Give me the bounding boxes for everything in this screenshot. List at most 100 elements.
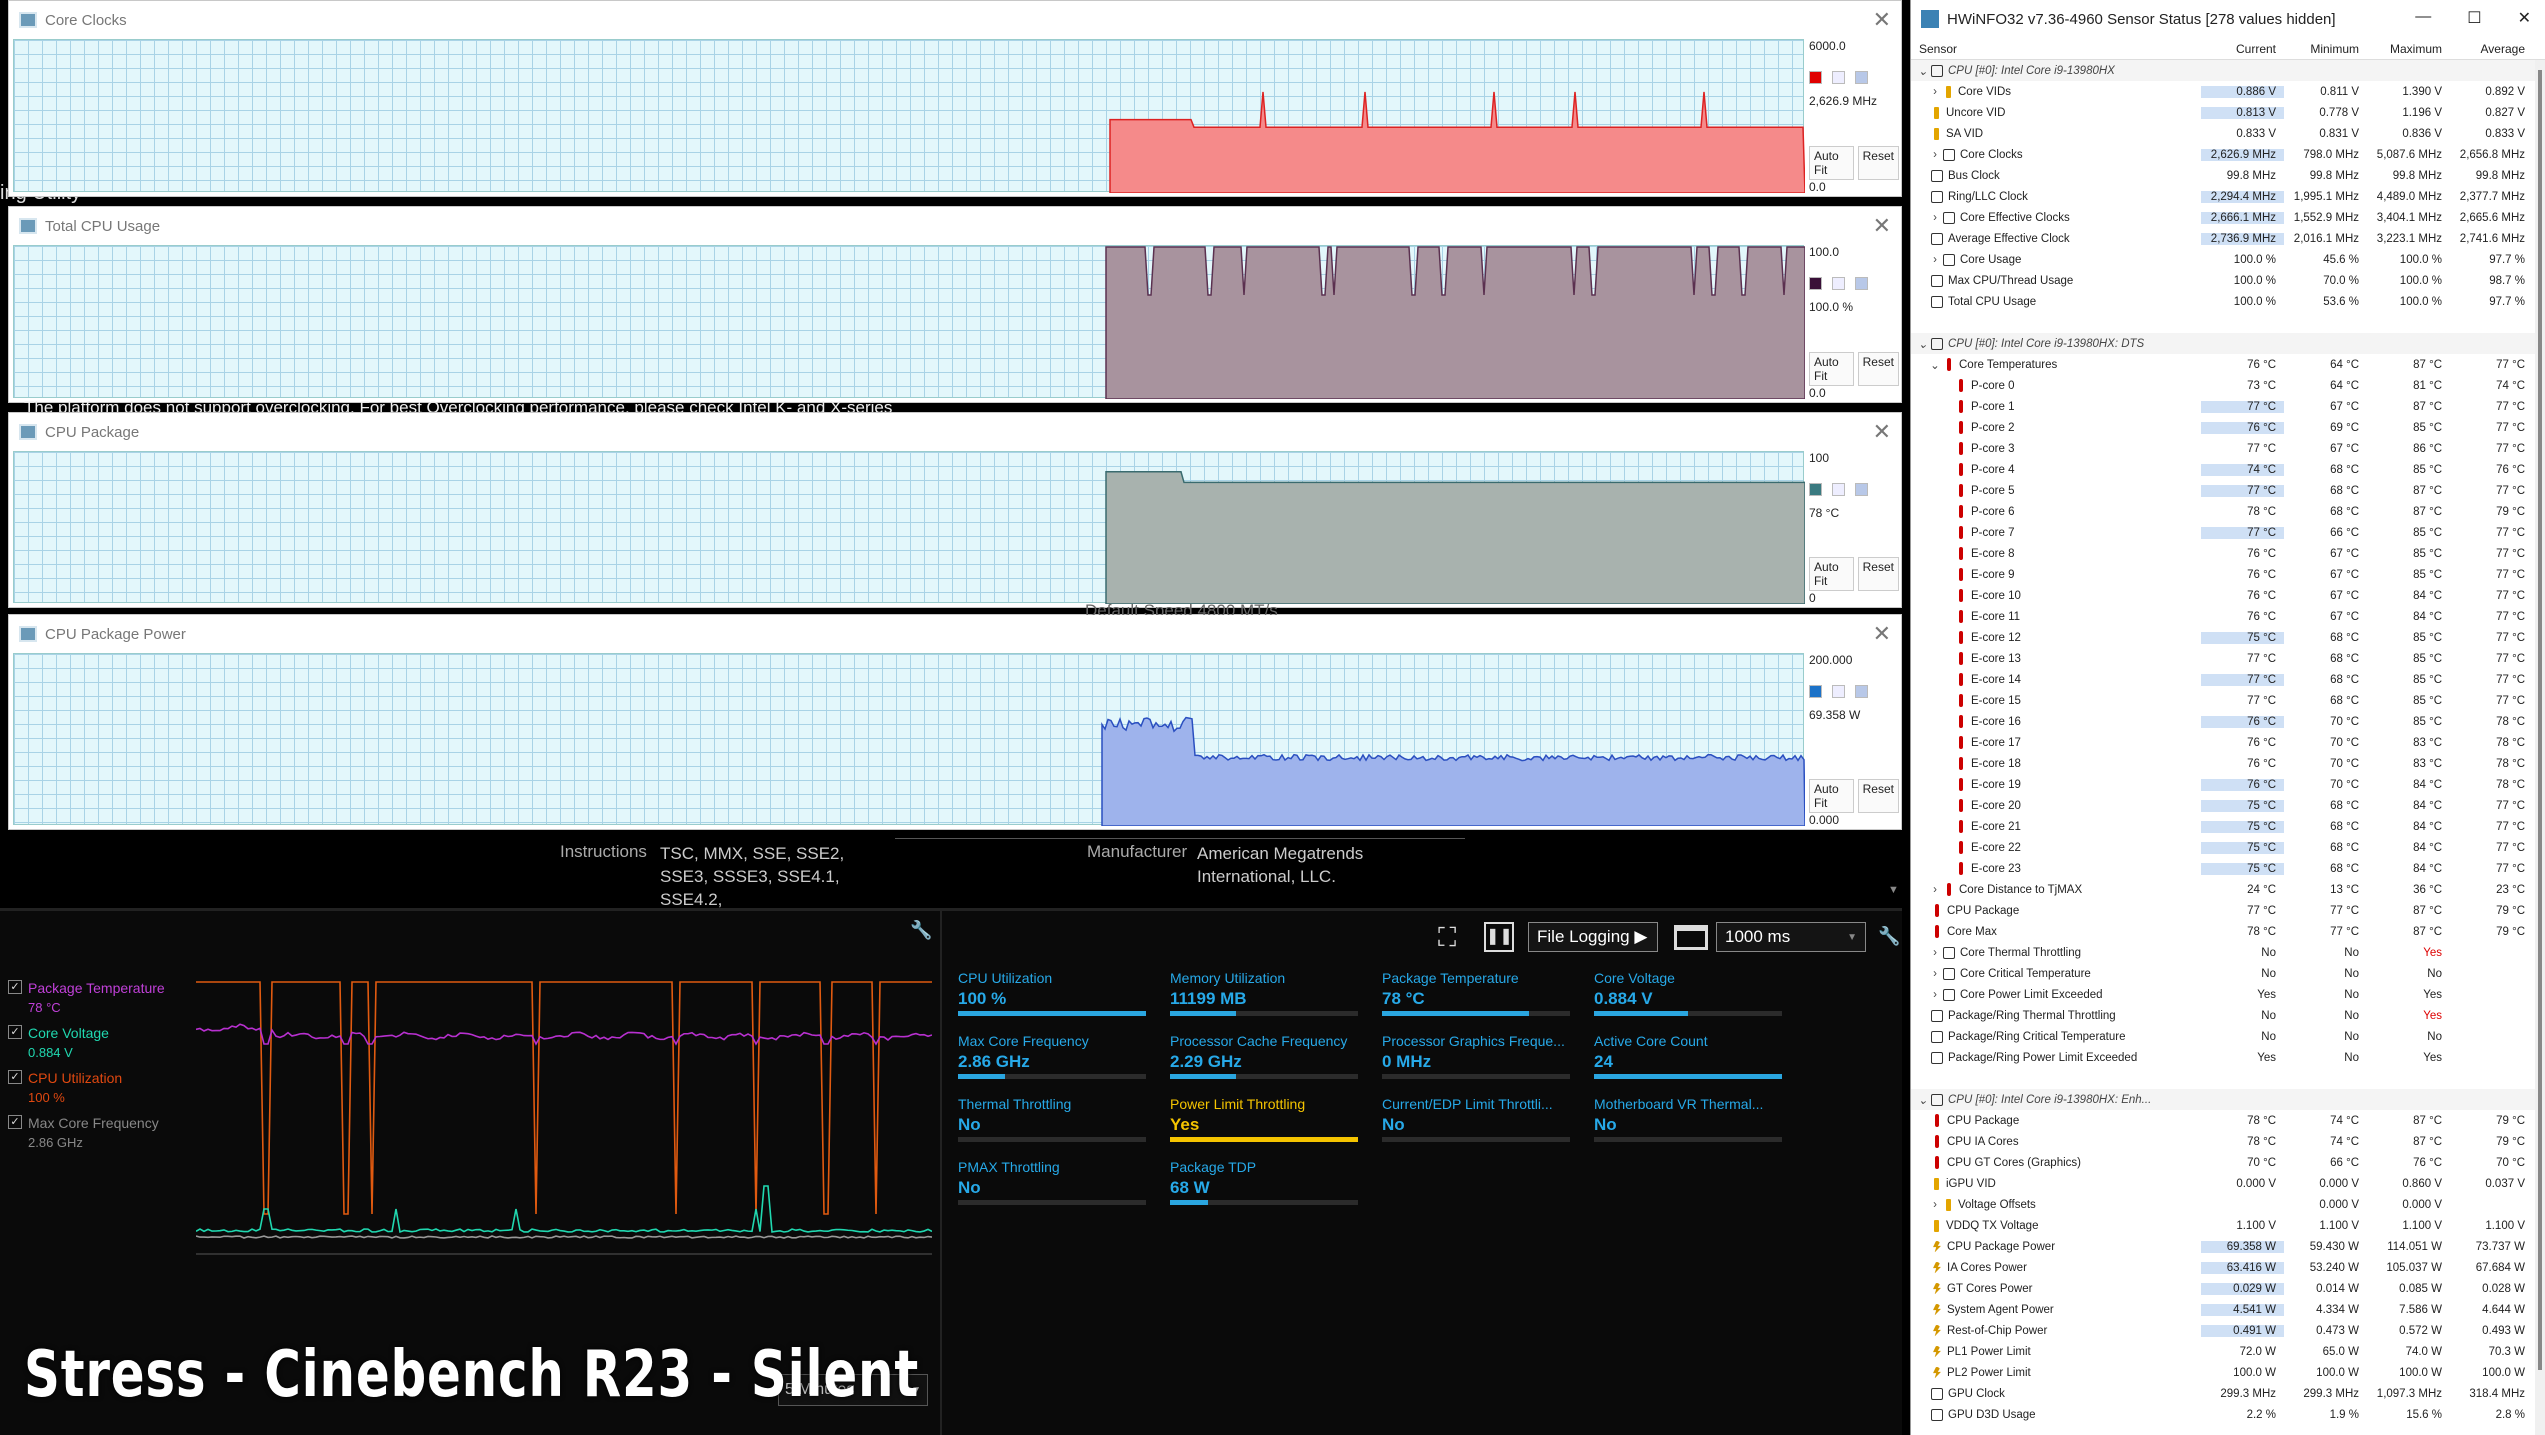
expand-icon[interactable]: › — [1927, 884, 1943, 896]
sensor-row[interactable]: P-core 1 77 °C 67 °C 87 °C 77 °C — [1911, 396, 2545, 417]
sensor-row[interactable]: CPU Package 78 °C 74 °C 87 °C 79 °C — [1911, 1110, 2545, 1131]
sensor-row[interactable]: iGPU VID 0.000 V 0.000 V 0.860 V 0.037 V — [1911, 1173, 2545, 1194]
sensor-row[interactable]: E-core 15 77 °C 68 °C 85 °C 77 °C — [1911, 690, 2545, 711]
swatch[interactable] — [1855, 483, 1868, 496]
collapse-icon[interactable]: ⌄ — [1915, 1093, 1931, 1107]
sensor-row[interactable]: E-core 23 75 °C 68 °C 84 °C 77 °C — [1911, 858, 2545, 879]
legend-item[interactable]: ✓ Core Voltage 0.884 V — [8, 1025, 165, 1060]
sensor-row[interactable]: P-core 2 76 °C 69 °C 85 °C 77 °C — [1911, 417, 2545, 438]
sensor-row[interactable]: P-core 0 73 °C 64 °C 81 °C 74 °C — [1911, 375, 2545, 396]
interval-select[interactable]: 1000 ms ▼ — [1716, 922, 1866, 952]
sensor-group-row[interactable]: ⌄ CPU [#0]: Intel Core i9-13980HX: DTS — [1911, 333, 2545, 354]
series-color-swatch[interactable] — [1809, 277, 1822, 290]
scroll-down-icon[interactable]: ▼ — [1888, 884, 1899, 896]
sensor-row[interactable]: E-core 13 77 °C 68 °C 85 °C 77 °C — [1911, 648, 2545, 669]
sensor-row[interactable]: E-core 16 76 °C 70 °C 85 °C 78 °C — [1911, 711, 2545, 732]
swatch[interactable] — [1855, 71, 1868, 84]
swatch[interactable] — [1832, 483, 1845, 496]
pause-button[interactable]: ❚❚ — [1484, 922, 1514, 952]
file-logging-button[interactable]: File Logging ▶ — [1528, 922, 1658, 952]
auto-fit-button[interactable]: Auto Fit — [1809, 557, 1854, 591]
plot-titlebar[interactable]: Total CPU Usage ✕ — [9, 207, 1901, 245]
sensor-row[interactable]: PL2 Power Limit 100.0 W 100.0 W 100.0 W 100.… — [1911, 1362, 2545, 1383]
checkbox[interactable]: ✓ — [8, 1025, 22, 1039]
series-color-swatch[interactable] — [1809, 71, 1822, 84]
wrench-icon[interactable]: 🔧 — [910, 920, 932, 941]
sensor-row[interactable]: P-core 7 77 °C 66 °C 85 °C 77 °C — [1911, 522, 2545, 543]
expand-icon[interactable]: › — [1927, 1199, 1943, 1211]
sensor-row[interactable]: CPU Package Power 69.358 W 59.430 W 114.051… — [1911, 1236, 2545, 1257]
expand-icon[interactable]: › — [1927, 989, 1943, 1001]
plot-titlebar[interactable]: CPU Package ✕ — [9, 413, 1901, 451]
plot-swatches[interactable] — [1809, 685, 1899, 698]
sensor-row[interactable]: E-core 22 75 °C 68 °C 84 °C 77 °C — [1911, 837, 2545, 858]
sensor-row[interactable]: Max CPU/Thread Usage 100.0 % 70.0 % 100.0 %… — [1911, 270, 2545, 291]
sensor-row[interactable]: E-core 19 76 °C 70 °C 84 °C 78 °C — [1911, 774, 2545, 795]
collapse-icon[interactable]: ⌄ — [1927, 358, 1943, 372]
sensor-row[interactable]: › Core VIDs 0.886 V 0.811 V 1.390 V 0.892 V — [1911, 81, 2545, 102]
swatch[interactable] — [1855, 685, 1868, 698]
reset-button[interactable]: Reset — [1858, 779, 1899, 813]
sensor-row[interactable]: Ring/LLC Clock 2,294.4 MHz 1,995.1 MHz 4,48… — [1911, 186, 2545, 207]
sensor-row[interactable]: E-core 17 76 °C 70 °C 83 °C 78 °C — [1911, 732, 2545, 753]
sensor-row[interactable]: E-core 18 76 °C 70 °C 83 °C 78 °C — [1911, 753, 2545, 774]
plot-titlebar[interactable]: Core Clocks ✕ — [9, 1, 1901, 39]
sensor-row[interactable]: Rest-of-Chip Power 0.491 W 0.473 W 0.572 W 0… — [1911, 1320, 2545, 1341]
hwinfo-titlebar[interactable]: HWiNFO32 v7.36-4960 Sensor Status [278 v… — [1911, 0, 2545, 38]
reset-button[interactable]: Reset — [1858, 352, 1899, 386]
sensor-row[interactable]: E-core 10 76 °C 67 °C 84 °C 77 °C — [1911, 585, 2545, 606]
minimize-icon[interactable]: — — [2415, 8, 2431, 28]
swatch[interactable] — [1855, 277, 1868, 290]
sensor-row[interactable]: IA Cores Power 63.416 W 53.240 W 105.037 W6… — [1911, 1257, 2545, 1278]
sensor-row[interactable]: Core Max 78 °C 77 °C 87 °C 79 °C — [1911, 921, 2545, 942]
sensor-row[interactable]: PL1 Power Limit 72.0 W 65.0 W 74.0 W 70.3 W — [1911, 1341, 2545, 1362]
sensor-row[interactable]: ⌄ Core Temperatures 76 °C 64 °C 87 °C 77 °C — [1911, 354, 2545, 375]
sensor-row[interactable]: P-core 3 77 °C 67 °C 86 °C 77 °C — [1911, 438, 2545, 459]
maximize-icon[interactable]: ☐ — [2467, 8, 2481, 28]
sensor-row[interactable]: SA VID 0.833 V 0.831 V 0.836 V 0.833 V — [1911, 123, 2545, 144]
close-icon[interactable]: ✕ — [2518, 8, 2531, 28]
scrollbar[interactable] — [2535, 60, 2545, 1435]
col-header-maximum[interactable]: Maximum — [2367, 42, 2450, 56]
sensor-row[interactable]: › Core Critical Temperature No No No — [1911, 963, 2545, 984]
sensor-row[interactable]: › Core Thermal Throttling No No Yes — [1911, 942, 2545, 963]
sensor-group-row[interactable]: ⌄ CPU [#0]: Intel Core i9-13980HX: Enh... — [1911, 1089, 2545, 1110]
expand-icon[interactable]: › — [1927, 149, 1943, 161]
sensor-row[interactable]: E-core 9 76 °C 67 °C 85 °C 77 °C — [1911, 564, 2545, 585]
legend-item[interactable]: ✓ Max Core Frequency 2.86 GHz — [8, 1115, 165, 1150]
plot-window-0[interactable]: Core Clocks ✕ 6000.0 2,626.9 MHz Auto Fit… — [8, 0, 1902, 197]
auto-fit-button[interactable]: Auto Fit — [1809, 352, 1854, 386]
sensor-row[interactable]: VDDQ TX Voltage 1.100 V 1.100 V 1.100 V 1.10… — [1911, 1215, 2545, 1236]
close-icon[interactable]: ✕ — [1873, 7, 1891, 33]
plot-window-1[interactable]: Total CPU Usage ✕ 100.0 100.0 % Auto Fit R… — [8, 206, 1902, 403]
col-header-minimum[interactable]: Minimum — [2284, 42, 2367, 56]
close-icon[interactable]: ✕ — [1873, 213, 1891, 239]
legend-item[interactable]: ✓ CPU Utilization 100 % — [8, 1070, 165, 1105]
close-icon[interactable]: ✕ — [1873, 621, 1891, 647]
legend-item[interactable]: ✓ Package Temperature 78 °C — [8, 980, 165, 1015]
close-icon[interactable]: ✕ — [1873, 419, 1891, 445]
plot-swatches[interactable] — [1809, 483, 1899, 496]
sensor-row[interactable]: GPU D3D Usage 2.2 % 1.9 % 15.6 % 2.8 % — [1911, 1404, 2545, 1425]
series-color-swatch[interactable] — [1809, 483, 1822, 496]
swatch[interactable] — [1832, 277, 1845, 290]
sensor-row[interactable]: CPU IA Cores 78 °C 74 °C 87 °C 79 °C — [1911, 1131, 2545, 1152]
folder-icon[interactable] — [1674, 925, 1708, 950]
expand-icon[interactable]: › — [1927, 947, 1943, 959]
sensor-row[interactable]: E-core 21 75 °C 68 °C 84 °C 77 °C — [1911, 816, 2545, 837]
reset-button[interactable]: Reset — [1858, 146, 1899, 180]
sensor-row[interactable]: › Core Effective Clocks 2,666.1 MHz 1,552.9… — [1911, 207, 2545, 228]
plot-swatches[interactable] — [1809, 71, 1899, 84]
col-header-current[interactable]: Current — [2201, 42, 2284, 56]
sensor-row[interactable]: E-core 11 76 °C 67 °C 84 °C 77 °C — [1911, 606, 2545, 627]
checkbox[interactable]: ✓ — [8, 1115, 22, 1129]
plot-window-3[interactable]: CPU Package Power ✕ 200.000 69.358 W Auto… — [8, 614, 1902, 830]
checkbox[interactable]: ✓ — [8, 980, 22, 994]
sensor-row[interactable]: › Core Usage 100.0 % 45.6 % 100.0 % 97.7 % — [1911, 249, 2545, 270]
expand-icon[interactable]: › — [1927, 968, 1943, 980]
sensor-row[interactable]: CPU GT Cores (Graphics) 70 °C 66 °C 76 °C 70… — [1911, 1152, 2545, 1173]
sensor-row[interactable]: Average Effective Clock 2,736.9 MHz 2,016.… — [1911, 228, 2545, 249]
sensor-row[interactable]: › Core Power Limit Exceeded Yes No Yes — [1911, 984, 2545, 1005]
sensor-row[interactable]: P-core 6 78 °C 68 °C 87 °C 79 °C — [1911, 501, 2545, 522]
sensor-row[interactable]: E-core 8 76 °C 67 °C 85 °C 77 °C — [1911, 543, 2545, 564]
